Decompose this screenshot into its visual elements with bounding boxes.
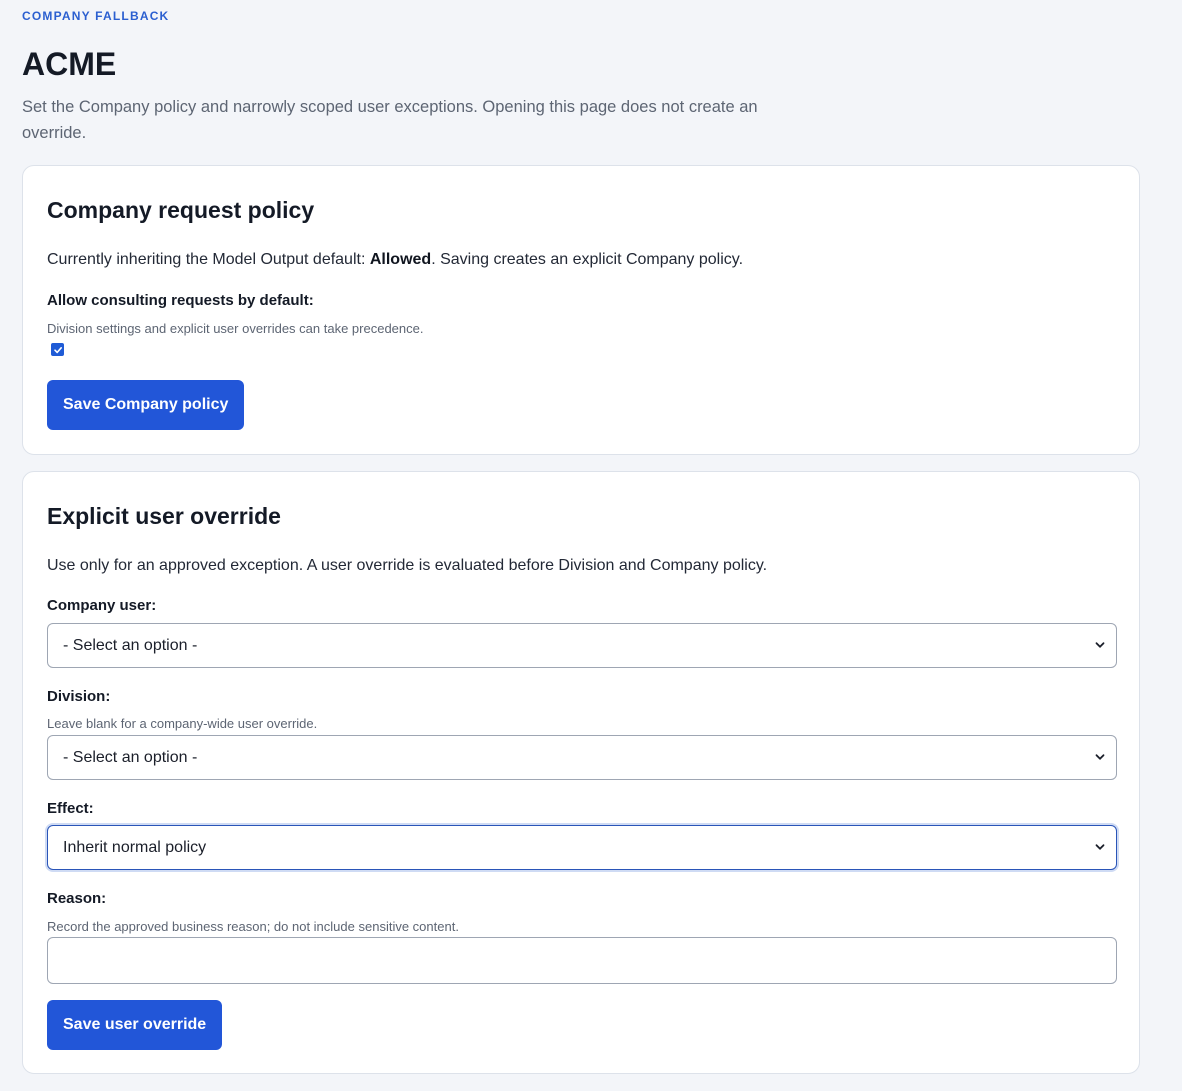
effect-label: Effect: (47, 800, 94, 817)
allow-requests-label: Allow consulting requests by default: (47, 292, 314, 309)
reason-help: Record the approved business reason; do … (47, 919, 459, 934)
save-user-override-button[interactable]: Save user override (47, 1000, 223, 1050)
inheritance-status-prefix: Currently inheriting the Model Output de… (47, 251, 370, 268)
inheritance-status: Currently inheriting the Model Output de… (47, 249, 743, 271)
company-user-select[interactable]: - Select an option - (47, 623, 1117, 668)
division-help: Leave blank for a company-wide user over… (47, 716, 318, 731)
checkmark-icon (53, 346, 62, 353)
section-eyebrow: COMPANY FALLBACK (22, 9, 170, 23)
user-override-description: Use only for an approved exception. A us… (47, 557, 768, 574)
effect-select[interactable]: Inherit normal policy (47, 825, 1117, 870)
save-company-policy-button[interactable]: Save Company policy (47, 380, 245, 430)
user-override-heading: Explicit user override (47, 503, 281, 529)
effect-select-value: Inherit normal policy (63, 838, 207, 856)
allow-requests-checkbox[interactable] (51, 343, 64, 356)
division-label: Division: (47, 688, 111, 705)
company-user-select-value: - Select an option - (63, 636, 198, 654)
reason-label: Reason: (47, 890, 107, 907)
user-override-card: Explicit user override Use only for an a… (22, 471, 1140, 1074)
company-user-label: Company user: (47, 597, 157, 614)
chevron-down-icon (1095, 844, 1105, 850)
reason-input[interactable] (47, 937, 1117, 984)
allow-requests-help: Division settings and explicit user over… (47, 321, 424, 336)
inheritance-status-value: Allowed (369, 251, 432, 268)
chevron-down-icon (1095, 754, 1105, 760)
page-title: ACME (22, 46, 117, 82)
inheritance-status-suffix: . Saving creates an explicit Company pol… (431, 251, 744, 268)
chevron-down-icon (1095, 642, 1105, 648)
division-select[interactable]: - Select an option - (47, 735, 1117, 780)
page: COMPANY FALLBACK ACME Set the Company po… (0, 0, 1182, 1091)
company-policy-card: Company request policy Currently inherit… (22, 165, 1140, 455)
company-policy-heading: Company request policy (47, 197, 315, 223)
division-select-value: - Select an option - (63, 748, 198, 766)
page-intro: Set the Company policy and narrowly scop… (22, 98, 758, 142)
